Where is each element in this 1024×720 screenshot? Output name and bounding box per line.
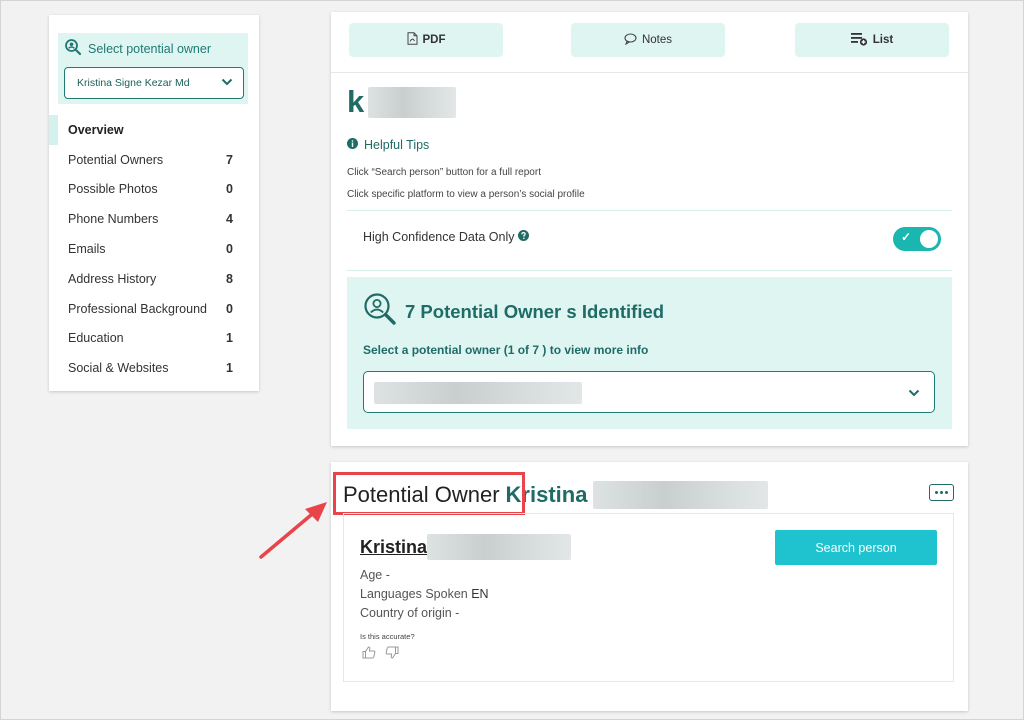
more-options-button[interactable]: [929, 484, 954, 501]
sidebar-item-phone-numbers[interactable]: Phone Numbers 4: [49, 204, 259, 234]
sidebar-item-address-history[interactable]: Address History 8: [49, 264, 259, 294]
notes-button[interactable]: Notes: [571, 23, 725, 57]
owners-identified-title: 7 Potential Owner s Identified: [405, 300, 665, 322]
speech-bubble-icon: [624, 32, 637, 48]
languages-field: Languages Spoken EN: [360, 587, 489, 601]
owners-select-instruction: Select a potential owner (1 of 7 ) to vi…: [363, 343, 649, 357]
high-confidence-toggle[interactable]: ✓: [893, 227, 941, 251]
tips-divider: [347, 210, 952, 211]
sidebar-item-label: Social & Websites: [68, 361, 169, 376]
sidebar-item-overview[interactable]: Overview: [49, 115, 259, 145]
languages-value: EN: [471, 587, 489, 601]
helpful-tips-header: Helpful Tips: [347, 138, 429, 152]
sidebar-item-count: 0: [226, 182, 233, 197]
sidebar-item-potential-owners[interactable]: Potential Owners 7: [49, 145, 259, 175]
filter-divider: [347, 270, 952, 271]
sidebar-item-social-websites[interactable]: Social & Websites 1: [49, 353, 259, 383]
high-confidence-label: High Confidence Data Only: [363, 230, 515, 244]
overview-card: PDF Notes List k Helpful Tips Click “Sea…: [331, 12, 968, 446]
chevron-down-icon: [908, 384, 920, 402]
chevron-down-icon: [221, 77, 233, 89]
search-person-button[interactable]: Search person: [775, 530, 937, 565]
redacted-name: [368, 86, 457, 118]
country-field: Country of origin -: [360, 606, 460, 620]
languages-label: Languages Spoken: [360, 587, 468, 601]
sidebar-item-education[interactable]: Education 1: [49, 324, 259, 354]
sidebar-item-emails[interactable]: Emails 0: [49, 234, 259, 264]
pdf-file-icon: [407, 32, 418, 48]
thumbs-down-icon[interactable]: [385, 646, 399, 664]
redacted-owner-name: [374, 382, 582, 404]
person-name: Kristina: [360, 536, 428, 557]
add-to-list-button[interactable]: List: [795, 23, 949, 57]
potential-owner-card: Potential Owner Kristina Kristina Age - …: [331, 462, 968, 711]
list-button-label: List: [872, 34, 894, 46]
sidebar-item-label: Possible Photos: [68, 182, 158, 197]
sidebar-item-label: Emails: [68, 242, 106, 257]
red-arrow-annotation: [259, 502, 327, 559]
select-owner-panel: Select potential owner Kristina Signe Ke…: [58, 33, 248, 104]
select-owner-header: Select potential owner: [64, 38, 211, 59]
person-summary: Kristina Age - Languages Spoken EN Count…: [343, 513, 954, 682]
potential-owners-panel: 7 Potential Owner s Identified Select a …: [347, 277, 952, 429]
age-field: Age -: [360, 568, 390, 582]
owner-dropdown[interactable]: Kristina Signe Kezar Md: [64, 67, 244, 99]
sidebar-item-possible-photos[interactable]: Possible Photos 0: [49, 175, 259, 205]
owner-select-dropdown[interactable]: [363, 371, 935, 413]
sidebar-item-label: Professional Background: [68, 301, 207, 316]
check-icon: ✓: [901, 230, 912, 244]
pdf-button[interactable]: PDF: [349, 23, 503, 57]
pdf-button-label: PDF: [422, 34, 446, 46]
tip-social-profile: Click specific platform to view a person…: [347, 189, 585, 200]
sidebar-item-count: 0: [226, 301, 233, 316]
redacted-surname: [427, 534, 572, 560]
sidebar-item-label: Address History: [68, 271, 157, 286]
list-add-icon: [850, 32, 868, 49]
sidebar-item-count: 8: [226, 271, 233, 286]
sidebar-item-label: Potential Owners: [68, 152, 164, 167]
sidebar-item-count: 1: [226, 361, 233, 376]
report-name-initial: k: [347, 84, 365, 119]
owner-dropdown-value: Kristina Signe Kezar Md: [77, 77, 190, 89]
sidebar-item-count: 4: [226, 212, 233, 227]
sidebar-item-count: 1: [226, 331, 233, 346]
person-name-link[interactable]: Kristina: [360, 534, 572, 560]
tip-search-person: Click “Search person” button for a full …: [347, 167, 541, 178]
sidebar-item-label: Phone Numbers: [68, 212, 159, 227]
notes-button-label: Notes: [641, 34, 673, 46]
redacted-last-name: [593, 481, 769, 509]
sidebar-item-label: Education: [68, 331, 124, 346]
sidebar-item-professional-background[interactable]: Professional Background 0: [49, 294, 259, 324]
highlight-box-annotation: [333, 472, 525, 515]
select-owner-label: Select potential owner: [88, 41, 211, 56]
sidebar-item-count: 0: [226, 242, 233, 257]
sidebar-item-label: Overview: [68, 122, 124, 137]
thumbs-up-icon[interactable]: [362, 646, 376, 664]
high-confidence-filter: High Confidence Data Only: [363, 230, 530, 244]
info-icon: [347, 138, 358, 152]
accuracy-question: Is this accurate?: [360, 632, 415, 641]
sidebar-nav: Overview Potential Owners 7 Possible Pho…: [49, 115, 259, 383]
person-search-icon: [363, 292, 397, 331]
sidebar: Select potential owner Kristina Signe Ke…: [49, 15, 259, 391]
helpful-tips-title: Helpful Tips: [364, 138, 430, 152]
person-search-icon: [64, 38, 82, 59]
toggle-knob: [920, 230, 938, 248]
ellipsis-icon: [935, 491, 938, 494]
owners-identified-heading: 7 Potential Owner s Identified: [363, 292, 664, 331]
accuracy-feedback: [362, 646, 399, 664]
report-name-heading: k: [347, 84, 457, 120]
sidebar-item-count: 7: [226, 152, 233, 167]
toolbar-divider: [331, 72, 968, 73]
help-icon[interactable]: [518, 230, 530, 244]
